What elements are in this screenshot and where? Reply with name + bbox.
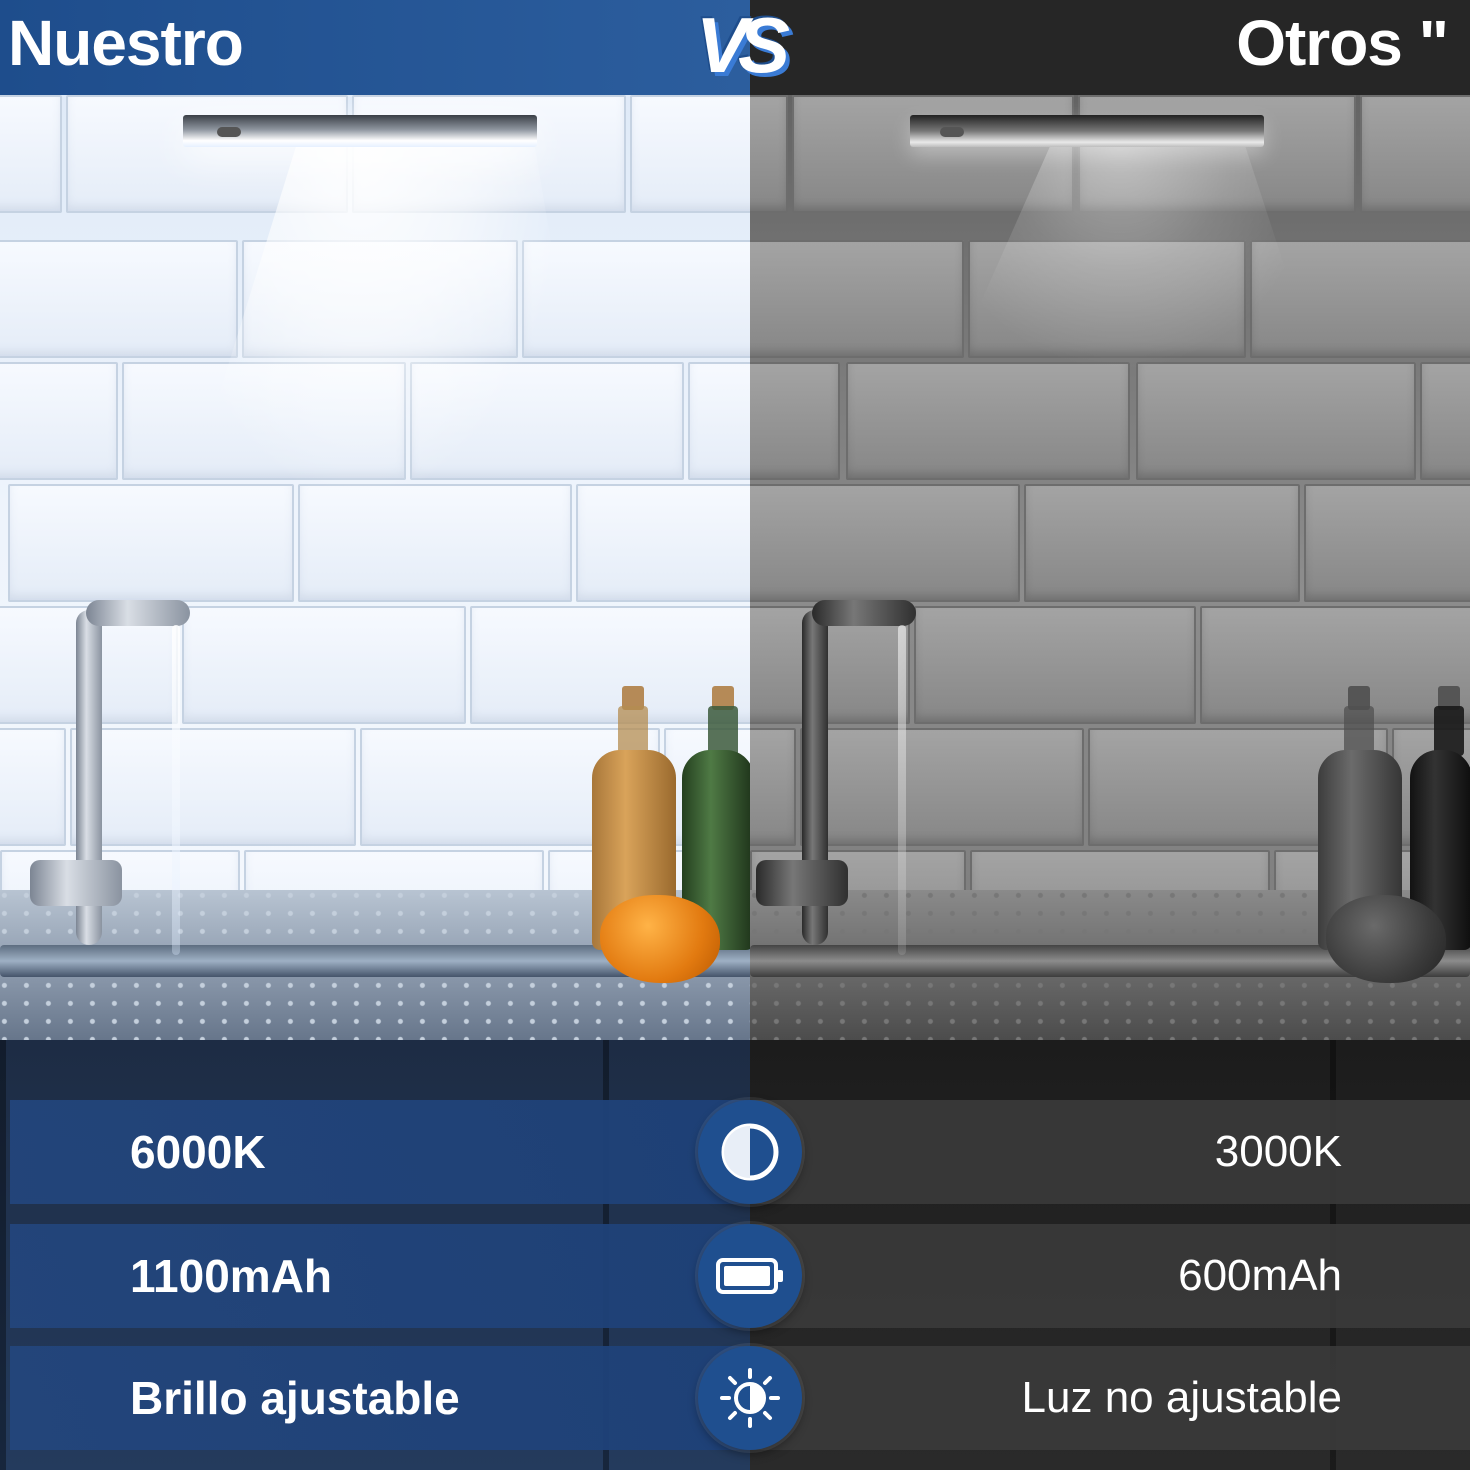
led-light-bar xyxy=(183,115,537,147)
our-product-title: Nuestro xyxy=(8,7,244,79)
comparison-banner: Nuestro VS Otros " 6000K 3000K 1100mAh 6… xyxy=(0,0,1470,1470)
our-brightness: Brillo ajustable xyxy=(130,1372,460,1424)
our-battery: 1100mAh xyxy=(130,1250,333,1302)
water-stream xyxy=(172,625,180,955)
peppers xyxy=(1326,895,1446,983)
comparison-row-color-temp: 6000K 3000K xyxy=(0,1100,1470,1204)
peppers xyxy=(600,895,720,983)
comparison-row-brightness: Brillo ajustable Luz no ajustable xyxy=(0,1346,1470,1450)
others-product-title: Otros " xyxy=(1236,7,1449,79)
others-brightness: Luz no ajustable xyxy=(1021,1373,1342,1422)
our-color-temp: 6000K xyxy=(130,1126,266,1178)
others-color-temp: 3000K xyxy=(1214,1127,1342,1176)
others-battery: 600mAh xyxy=(1178,1251,1342,1300)
brightness-icon xyxy=(698,1346,802,1450)
led-light-bar xyxy=(910,115,1264,147)
water-stream xyxy=(898,625,906,955)
battery-icon xyxy=(698,1224,802,1328)
contrast-icon xyxy=(698,1100,802,1204)
versus-label: VS xyxy=(696,1,790,89)
comparison-row-battery: 1100mAh 600mAh xyxy=(0,1224,1470,1328)
header-bar: Nuestro VS Otros " xyxy=(0,0,1470,95)
